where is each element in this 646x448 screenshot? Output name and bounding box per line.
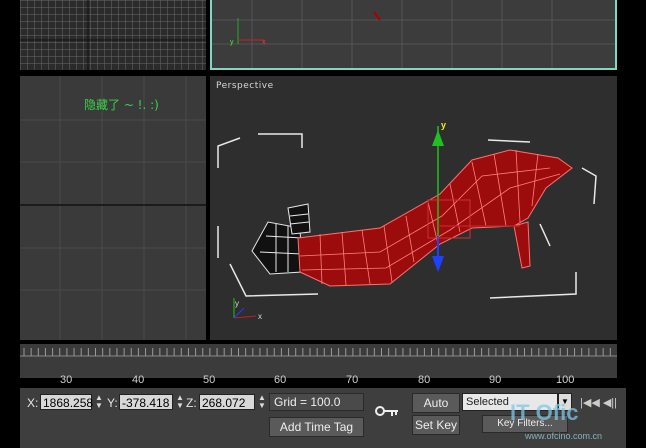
ruler-tick-30: 30 [60,374,73,386]
svg-text:y: y [235,299,239,308]
timeline-ruler[interactable]: 30 40 50 60 70 80 90 100 [20,344,617,386]
ruler-tick-100: 100 [556,374,575,386]
goto-start-icon[interactable]: |◀◀ ◀|| [580,396,620,410]
y-coord-field[interactable]: -378.418 [119,394,173,410]
watermark-logo: IT Ofic [510,400,579,425]
auto-key-button[interactable]: Auto Key [412,393,460,428]
left-viewport-grid [20,76,206,340]
top-left-grid [20,0,206,70]
grid-size-display: Grid = 100.0 [269,393,364,411]
top-left-viewport[interactable] [20,0,206,70]
x-coord-field[interactable]: 1868.258 [40,394,93,410]
perspective-viewport[interactable]: Perspective y y x [210,76,617,340]
set-key-button[interactable]: Set Key [412,415,460,435]
hidden-note-text: 隐藏了 ~ !. :) [84,98,159,112]
y-coord-spinner[interactable]: ▲ ▼ [175,394,185,410]
key-icon[interactable] [374,402,400,420]
perspective-label[interactable]: Perspective [216,81,274,91]
timeline-ticks [20,348,617,357]
ruler-tick-40: 40 [132,374,145,386]
svg-text:y: y [441,120,446,130]
x-coord-spinner[interactable]: ▲ ▼ [94,394,104,410]
add-time-tag-button[interactable]: Add Time Tag [269,417,364,437]
y-coord-label: Y: [107,396,118,410]
top-right-grid: y x [212,0,615,68]
ruler-tick-90: 90 [489,374,502,386]
axis-tripod-icon: y x [233,298,262,321]
ruler-tick-60: 60 [274,374,287,386]
z-coord-spinner[interactable]: ▲ ▼ [257,394,267,410]
watermark-url: www.ofcino.com.cn [525,431,603,441]
x-coord-label: X: [27,396,39,410]
left-viewport[interactable]: 隐藏了 ~ !. :) [20,76,206,340]
ruler-tick-80: 80 [418,374,431,386]
svg-text:y: y [230,39,234,46]
z-coord-label: Z: [186,396,197,410]
z-coord-field[interactable]: 268.072 [199,394,255,410]
status-bar: X: 1868.258 ▲ ▼ Y: -378.418 ▲ ▼ Z: 268.072… [20,388,626,448]
ruler-tick-70: 70 [346,374,359,386]
shoe-model: y y x [217,120,597,321]
svg-text:x: x [258,312,262,321]
ruler-tick-50: 50 [203,374,216,386]
svg-text:x: x [262,39,266,46]
top-right-viewport[interactable]: y x [210,0,617,70]
